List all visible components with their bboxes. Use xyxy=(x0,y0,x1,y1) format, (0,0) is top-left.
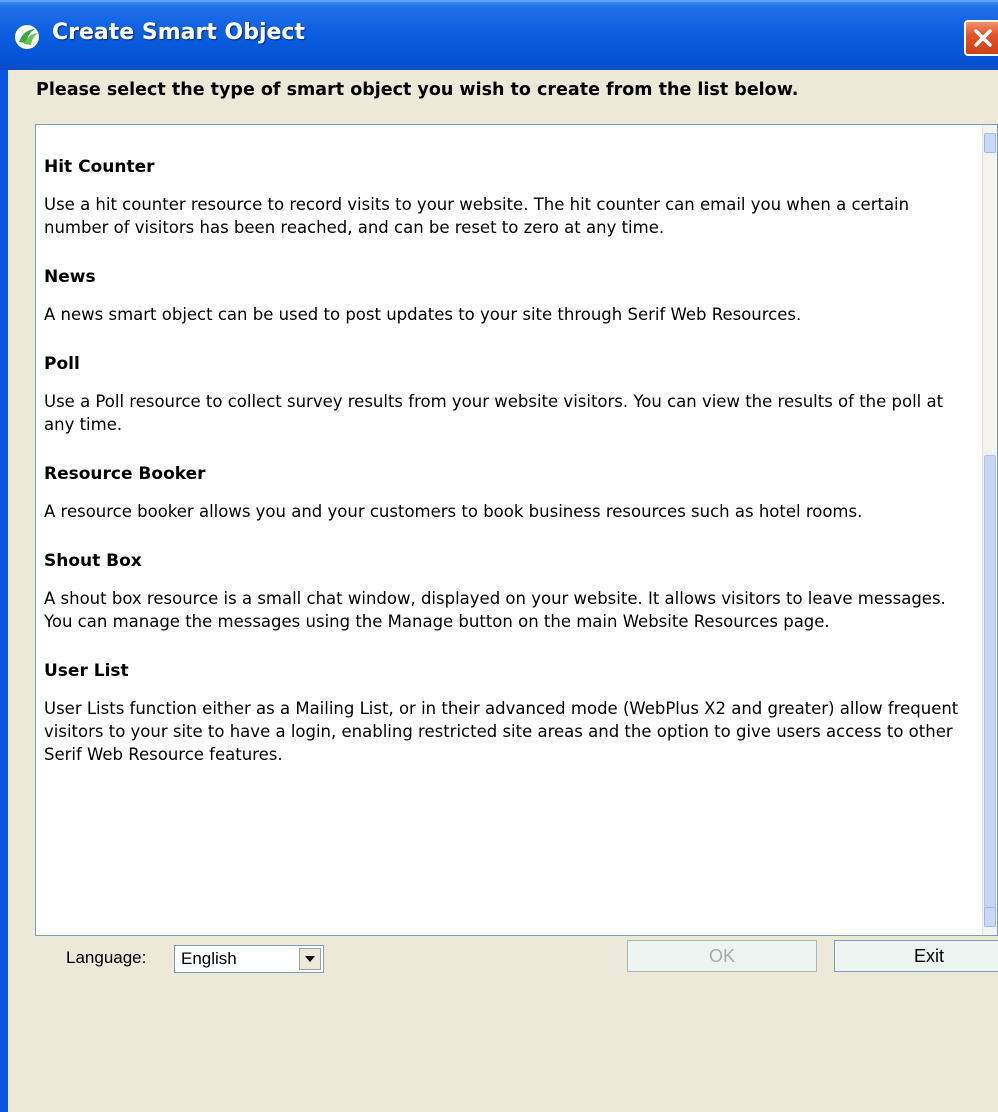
app-logo-icon xyxy=(14,24,42,50)
list-item-poll[interactable]: Poll Use a Poll resource to collect surv… xyxy=(44,352,974,436)
item-description: Use a hit counter resource to record vis… xyxy=(44,195,910,237)
scroll-thumb[interactable] xyxy=(984,455,996,925)
window-title: Create Smart Object xyxy=(52,20,305,45)
item-title: Shout Box xyxy=(44,551,142,571)
item-title: User List xyxy=(44,661,129,681)
item-title: News xyxy=(44,267,96,287)
create-smart-object-dialog: Create Smart Object Please select the ty… xyxy=(0,0,998,1112)
list-item-news[interactable]: News A news smart object can be used to … xyxy=(44,265,974,326)
close-button[interactable] xyxy=(964,20,998,56)
dropdown-arrow-icon[interactable] xyxy=(299,948,321,970)
item-description: A news smart object can be used to post … xyxy=(44,305,802,324)
list-item-shout-box[interactable]: Shout Box A shout box resource is a smal… xyxy=(44,549,974,633)
exit-button[interactable]: Exit xyxy=(834,940,998,972)
smart-object-list[interactable]: Hit Counter Use a hit counter resource t… xyxy=(35,124,998,936)
item-description: A resource booker allows you and your cu… xyxy=(44,502,863,521)
list-item-resource-booker[interactable]: Resource Booker A resource booker allows… xyxy=(44,462,974,523)
smart-object-list-content: Hit Counter Use a hit counter resource t… xyxy=(44,155,974,792)
item-description: A shout box resource is a small chat win… xyxy=(44,589,946,631)
list-item-hit-counter[interactable]: Hit Counter Use a hit counter resource t… xyxy=(44,155,974,239)
instruction-text: Please select the type of smart object y… xyxy=(36,80,799,100)
scroll-up-arrow-icon[interactable] xyxy=(984,133,996,153)
item-title: Poll xyxy=(44,354,80,374)
item-description: User Lists function either as a Mailing … xyxy=(44,699,959,764)
list-item-user-list[interactable]: User List User Lists function either as … xyxy=(44,659,974,766)
scroll-down-arrow-icon[interactable] xyxy=(984,907,996,927)
language-label: Language: xyxy=(66,948,147,967)
vertical-scrollbar[interactable] xyxy=(982,125,997,935)
item-title: Hit Counter xyxy=(44,157,155,177)
ok-button[interactable]: OK xyxy=(627,940,817,972)
title-bar[interactable]: Create Smart Object xyxy=(0,0,998,70)
item-title: Resource Booker xyxy=(44,464,206,484)
language-select[interactable]: English xyxy=(174,945,324,973)
language-selected-value: English xyxy=(181,949,237,968)
item-description: Use a Poll resource to collect survey re… xyxy=(44,392,944,434)
